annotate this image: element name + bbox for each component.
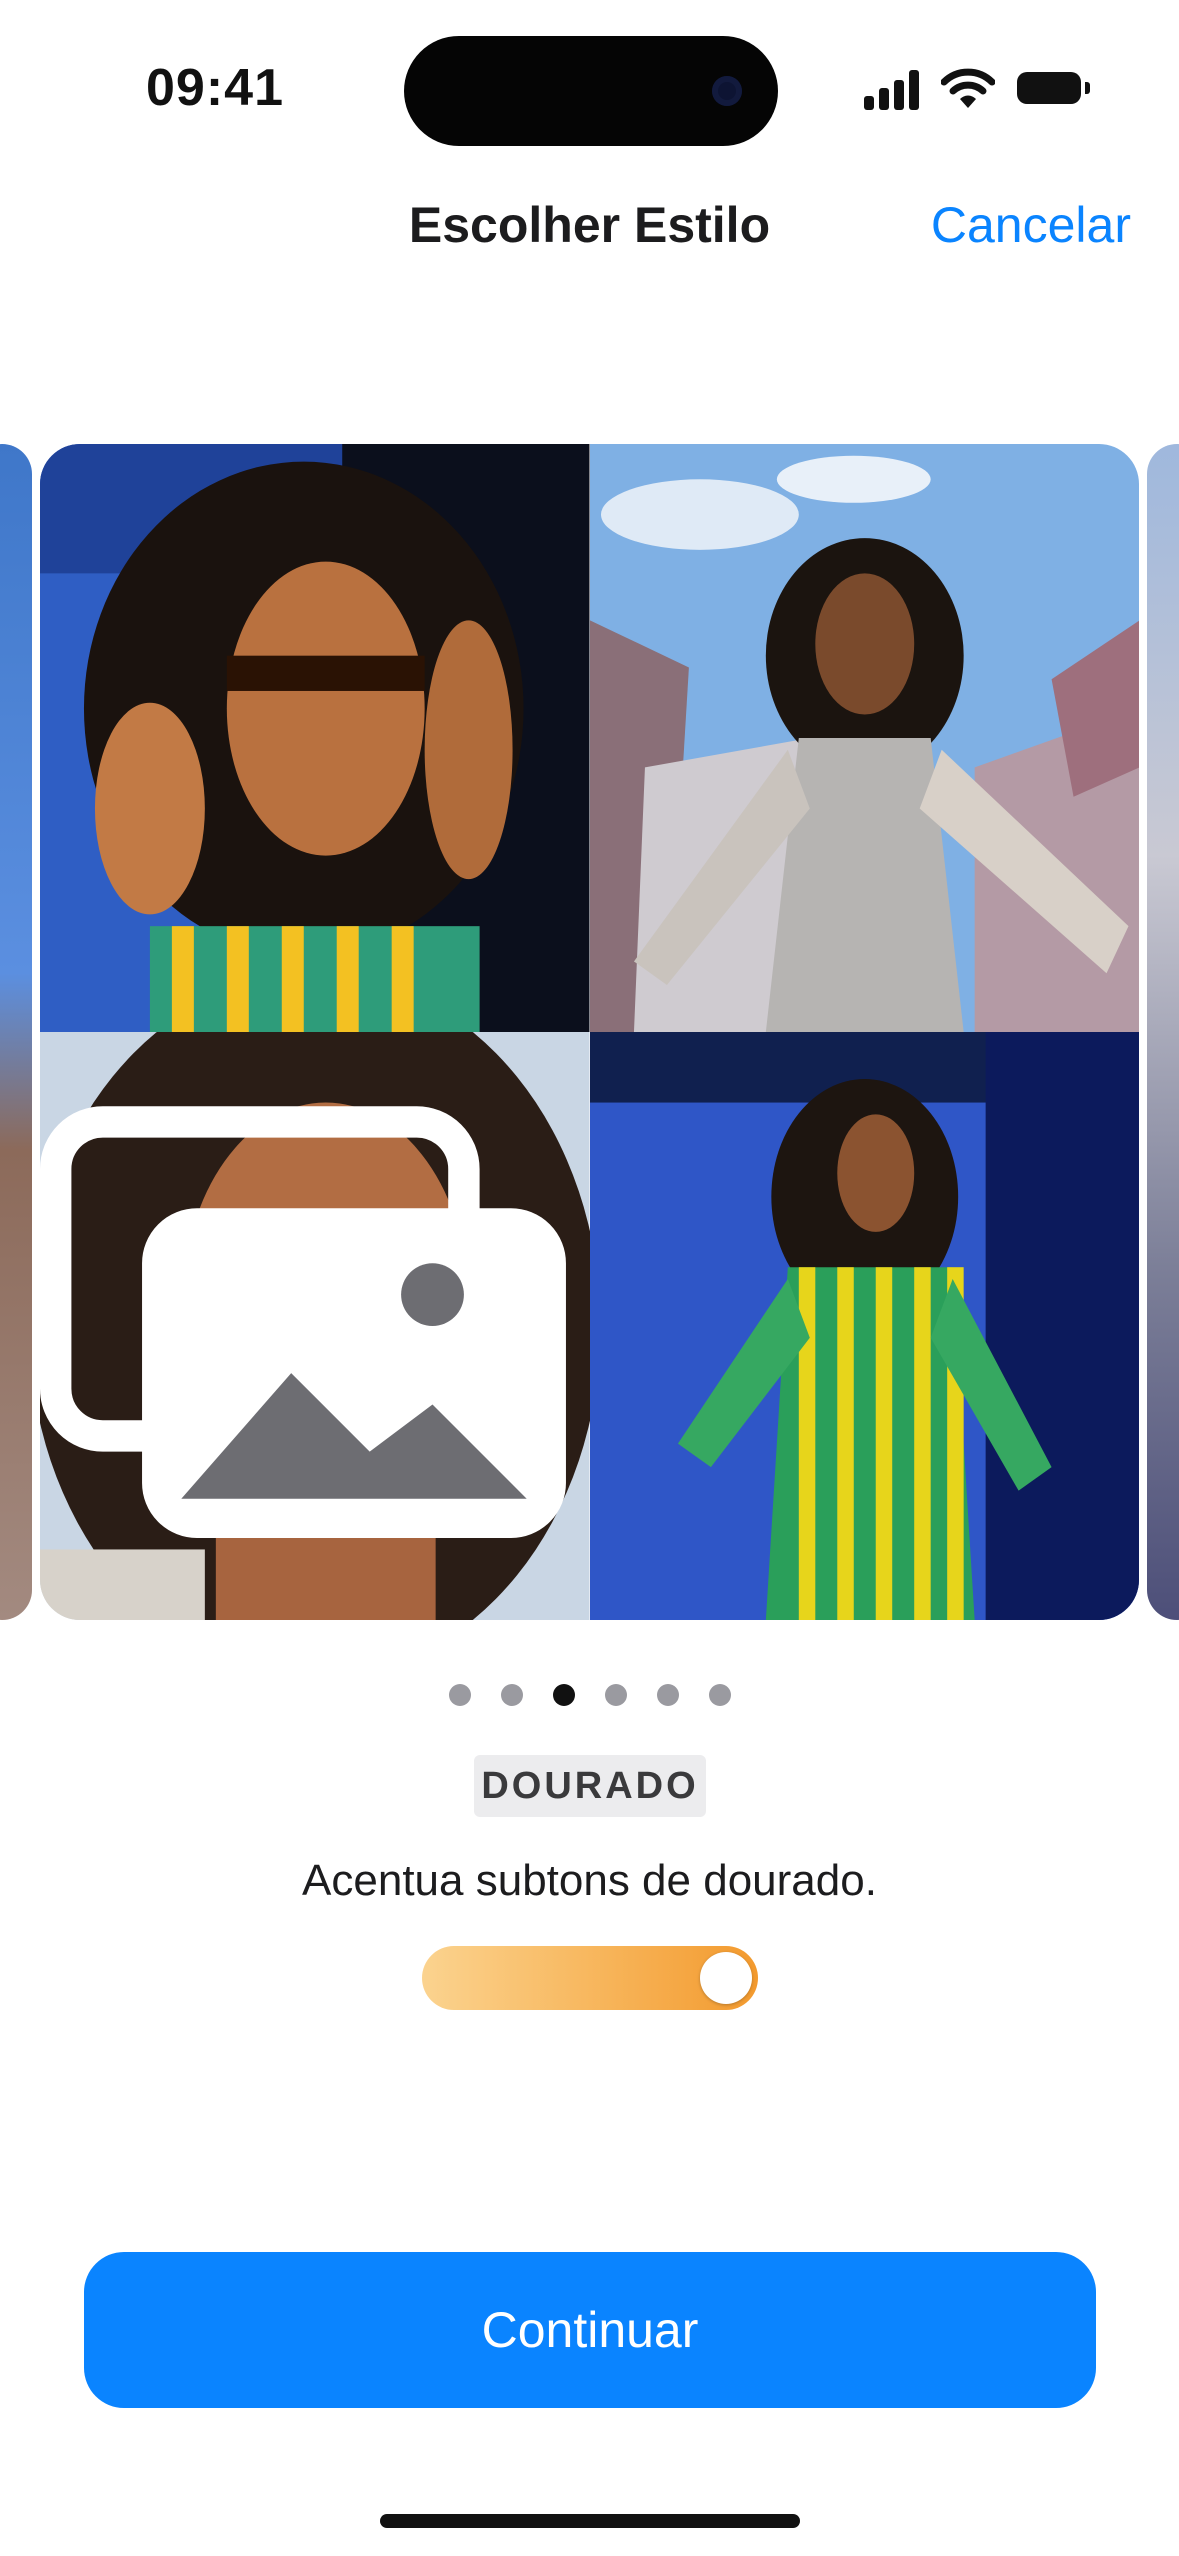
style-description: Acentua subtons de dourado. — [302, 1856, 877, 1905]
page-dot[interactable] — [500, 1684, 523, 1706]
next-style-card[interactable] — [1147, 444, 1179, 1620]
cellular-signal-icon — [864, 68, 919, 110]
style-name-badge: DOURADO — [474, 1755, 706, 1817]
page-dot[interactable] — [604, 1684, 627, 1706]
page-dot[interactable] — [708, 1684, 731, 1706]
home-indicator[interactable] — [380, 2514, 800, 2528]
photo-library-icon[interactable] — [40, 1032, 590, 1620]
style-intensity-slider[interactable] — [422, 1946, 758, 2010]
wifi-icon — [941, 68, 995, 108]
battery-icon — [1017, 72, 1090, 104]
cancel-button[interactable]: Cancelar — [931, 196, 1131, 254]
preview-photo-sky — [589, 444, 1139, 1032]
preview-photo-sunglasses — [40, 444, 590, 1032]
page-dot[interactable] — [656, 1684, 679, 1706]
status-icons — [864, 64, 1090, 110]
page-dot[interactable] — [448, 1684, 471, 1706]
page-dot-active[interactable] — [552, 1684, 575, 1706]
slider-thumb[interactable] — [700, 1952, 752, 2004]
front-camera-icon — [712, 76, 742, 106]
status-time: 09:41 — [146, 59, 284, 117]
previous-style-card[interactable] — [0, 444, 32, 1620]
preview-photo-striped-dress — [589, 1032, 1139, 1620]
continue-button[interactable]: Continuar — [84, 2252, 1096, 2408]
style-preview-grid[interactable] — [40, 444, 1139, 1620]
page-indicator[interactable] — [0, 1684, 1179, 1706]
dynamic-island — [404, 36, 778, 146]
preview-photo-closeup — [40, 1032, 590, 1620]
